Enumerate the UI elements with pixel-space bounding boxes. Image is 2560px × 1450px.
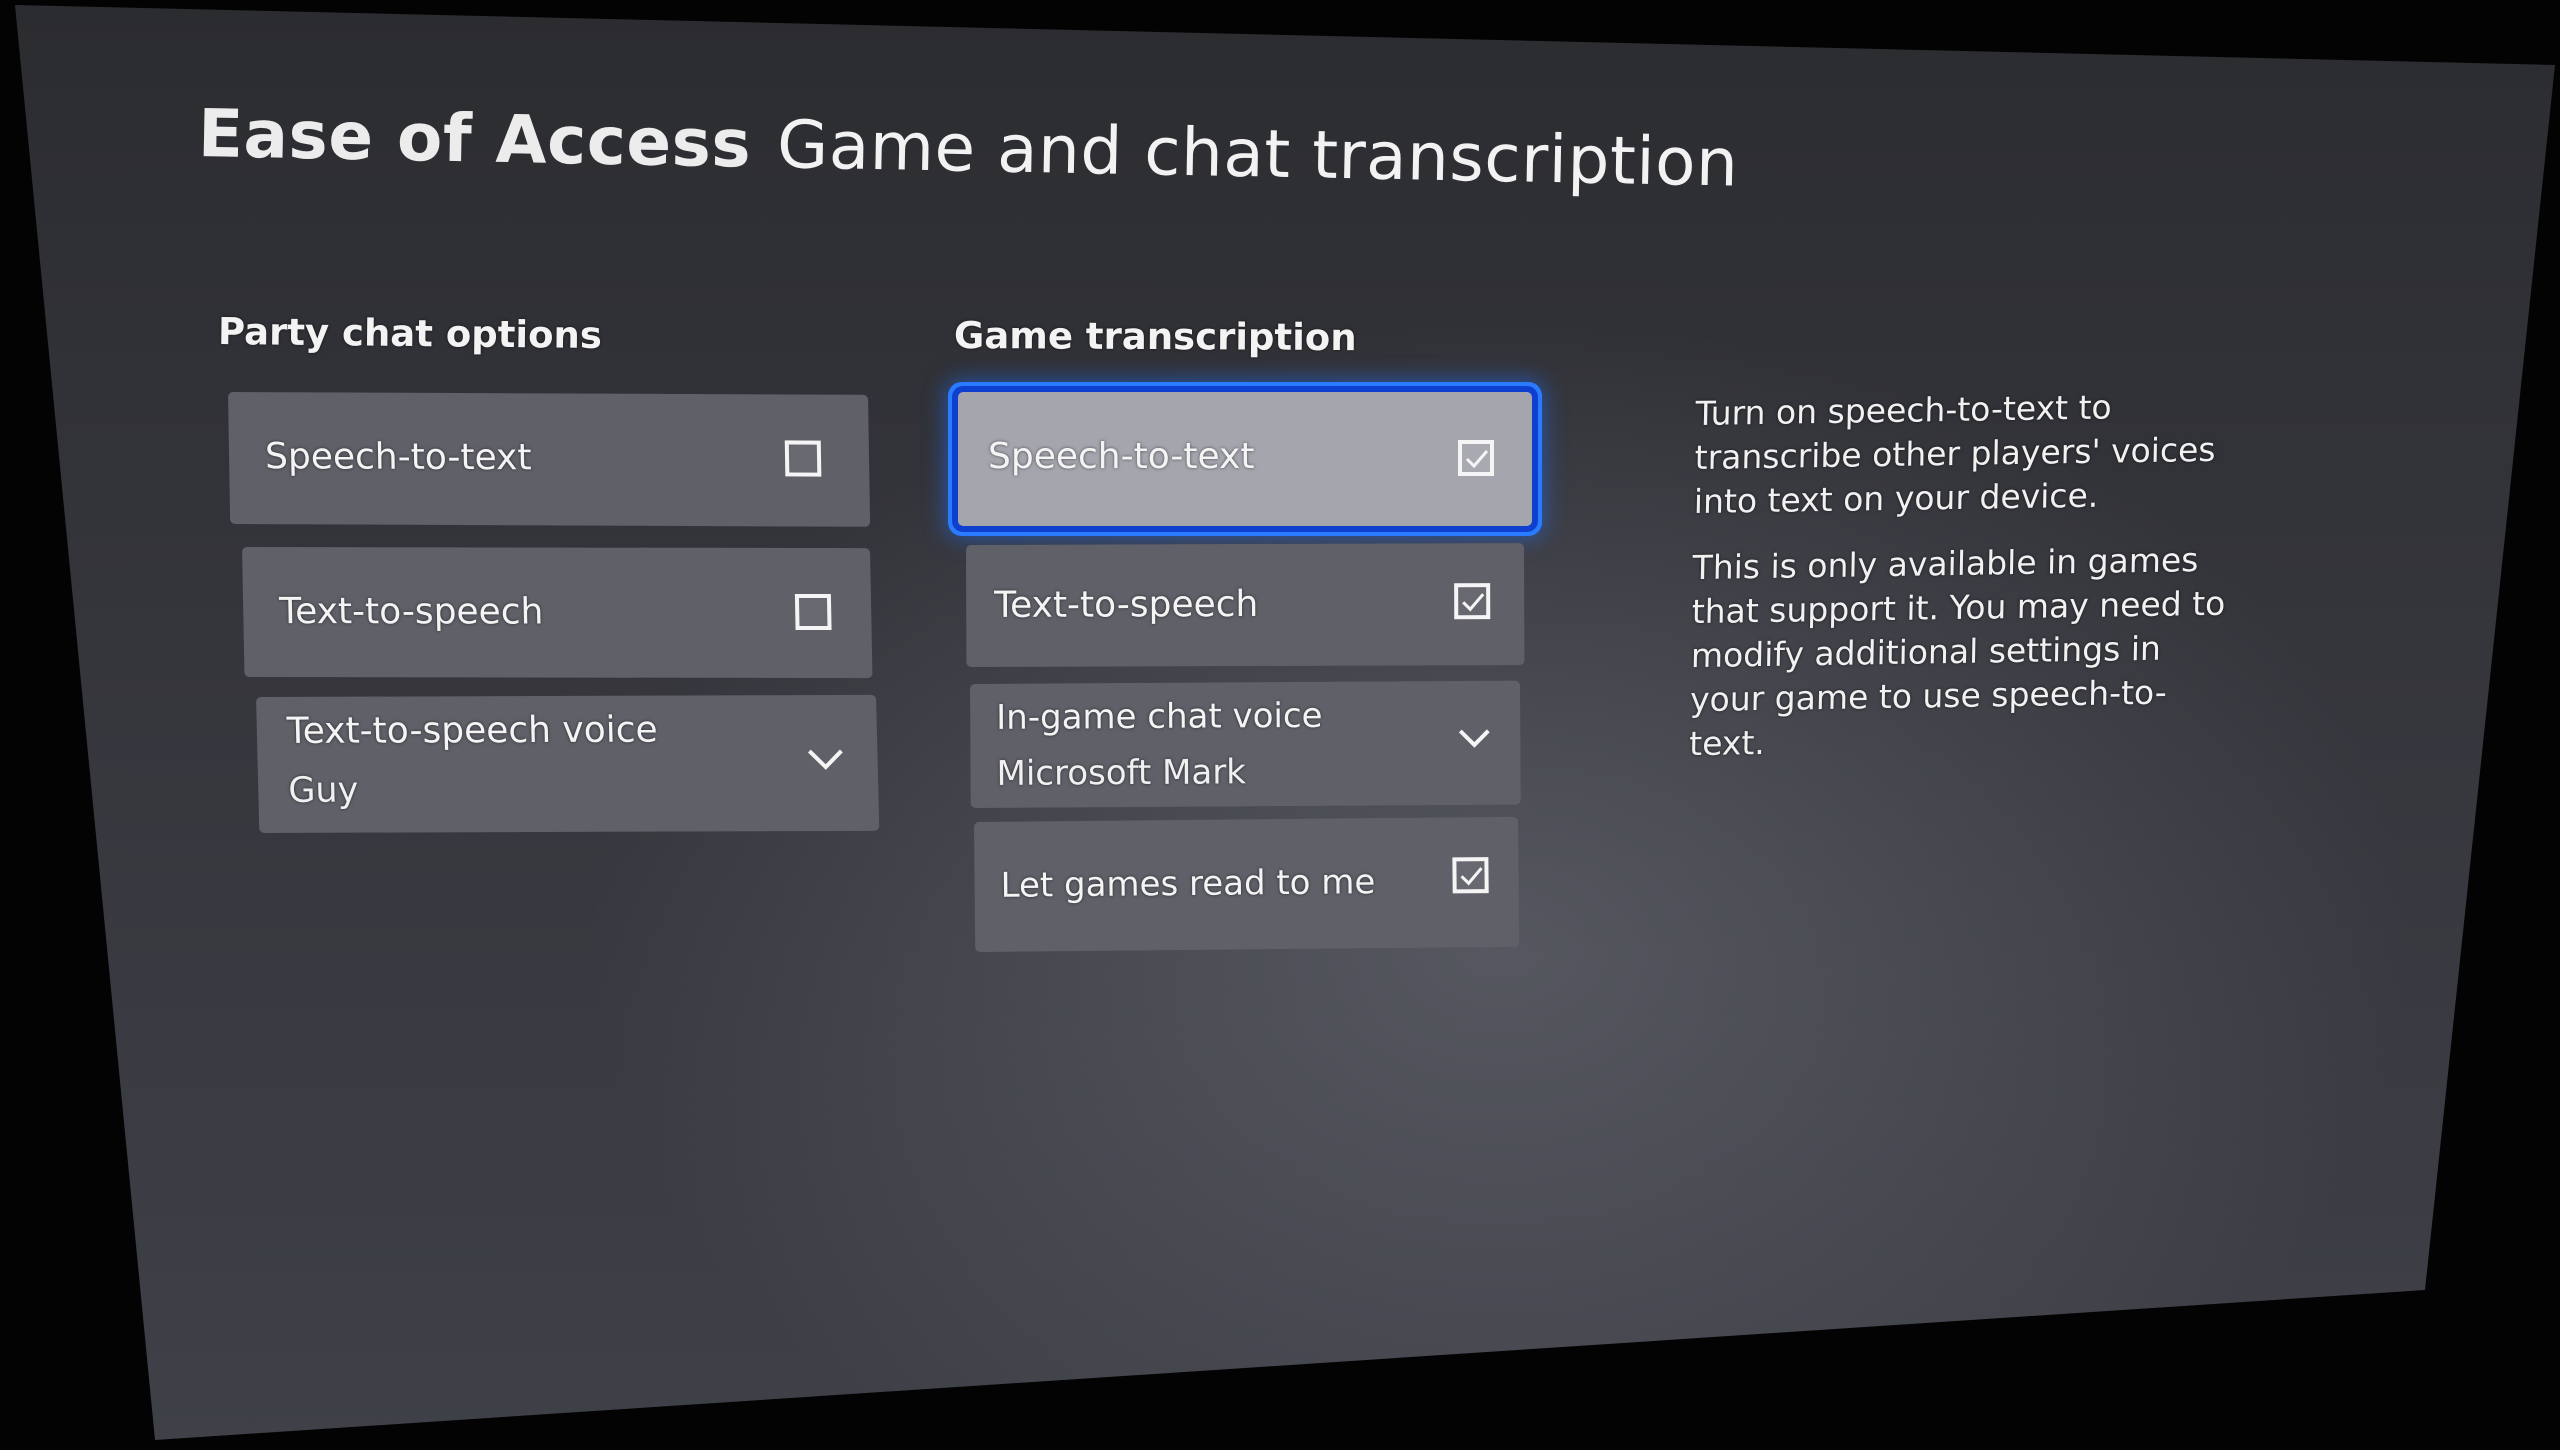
settings-page: Ease of Access Game and chat transcriptio… [15,5,2555,1440]
party-text-to-speech-checkbox[interactable] [794,593,832,631]
party-text-to-speech-toggle[interactable]: Text-to-speech [242,547,873,679]
section-title: Ease of Access [197,95,752,183]
checkmark-icon [1462,593,1485,612]
game-speech-to-text-label: Speech-to-text [988,436,1255,477]
let-games-read-to-me-checkbox[interactable] [1452,857,1489,894]
game-speech-to-text-checkbox[interactable] [1458,440,1494,476]
party-speech-to-text-checkbox[interactable] [784,440,822,477]
game-text-to-speech-label: Text-to-speech [994,583,1259,626]
in-game-chat-voice-value: Microsoft Mark [996,752,1247,794]
chevron-down-icon [805,745,846,777]
in-game-chat-voice-label: In-game chat voice [996,695,1323,738]
party-tts-voice-label: Text-to-speech voice [286,709,659,752]
page-header: Ease of Access Game and chat transcriptio… [197,95,1739,202]
party-speech-to-text-toggle[interactable]: Speech-to-text [228,392,871,527]
game-speech-to-text-toggle[interactable]: Speech-to-text [952,386,1538,532]
checkmark-icon [1460,867,1483,886]
party-speech-to-text-label: Speech-to-text [264,436,532,479]
game-text-to-speech-checkbox[interactable] [1454,583,1491,620]
game-transcription-heading: Game transcription [953,314,1357,360]
game-text-to-speech-toggle[interactable]: Text-to-speech [966,543,1525,667]
description-paragraph: This is only available in games that sup… [1688,540,2226,764]
party-text-to-speech-label: Text-to-speech [278,591,544,633]
let-games-read-to-me-toggle[interactable]: Let games read to me [974,816,1520,952]
party-tts-voice-value: Guy [287,770,359,811]
description-panel: Turn on speech-to-text to transcribe oth… [1688,384,2236,789]
checkmark-icon [1465,450,1489,469]
let-games-read-to-me-label: Let games read to me [1000,862,1376,906]
party-tts-voice-dropdown[interactable]: Text-to-speech voice Guy [256,694,880,833]
in-game-chat-voice-dropdown[interactable]: In-game chat voice Microsoft Mark [970,680,1521,808]
tv-screen: Ease of Access Game and chat transcriptio… [15,5,2555,1440]
description-paragraph: Turn on speech-to-text to transcribe oth… [1693,387,2216,522]
page-title: Game and chat transcription [776,106,1740,202]
party-chat-heading: Party chat options [217,310,603,358]
chevron-down-icon [1456,725,1492,755]
